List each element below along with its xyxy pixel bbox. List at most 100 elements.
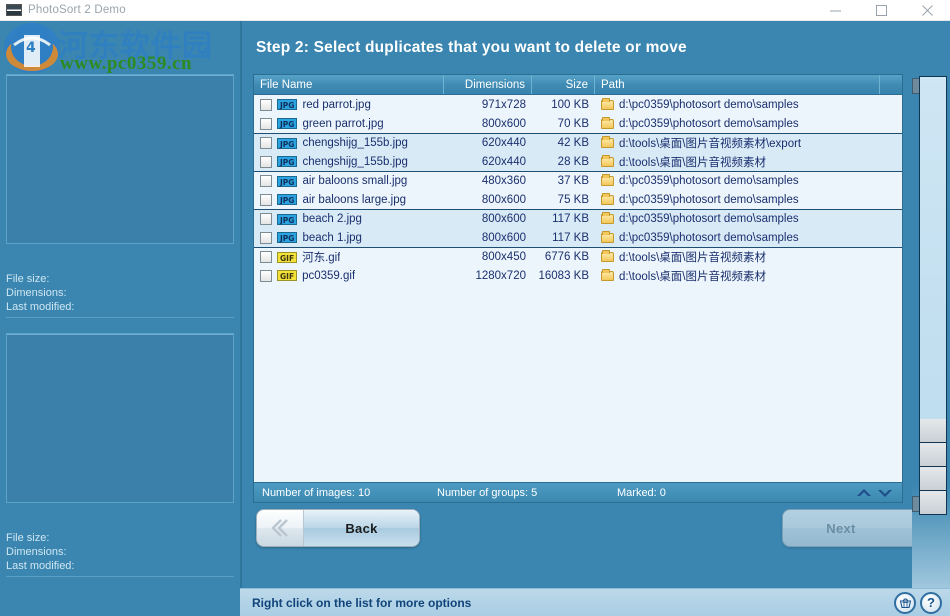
file-name-label: green parrot.jpg — [302, 118, 383, 130]
cell-size: 42 KB — [532, 134, 595, 153]
meta-last-modified: Last modified: — [6, 559, 234, 573]
table-row[interactable]: JPGbeach 2.jpg800x600117 KBd:\pc0359\pho… — [254, 209, 902, 228]
cell-size: 70 KB — [532, 114, 595, 133]
help-icon[interactable]: ? — [920, 592, 942, 614]
title-bar: PhotoSort 2 Demo — [0, 0, 950, 21]
table-row[interactable]: JPGair baloons small.jpg480x36037 KBd:\p… — [254, 171, 902, 190]
file-name-label: red parrot.jpg — [302, 99, 370, 111]
metadata-top: File size: Dimensions: Last modified: — [6, 272, 234, 314]
cell-filler — [880, 228, 902, 247]
cell-file-name: JPGgreen parrot.jpg — [254, 114, 444, 133]
row-checkbox[interactable] — [260, 194, 272, 206]
row-checkbox[interactable] — [260, 156, 272, 168]
cell-size: 117 KB — [532, 228, 595, 247]
basket-icon[interactable] — [894, 592, 916, 614]
column-header-dimensions[interactable]: Dimensions — [444, 75, 532, 94]
row-checkbox[interactable] — [260, 99, 272, 111]
folder-icon — [601, 138, 614, 148]
table-row[interactable]: JPGchengshijg_155b.jpg620x44042 KBd:\too… — [254, 133, 902, 152]
folder-icon — [601, 157, 614, 167]
cell-size: 117 KB — [532, 210, 595, 229]
row-checkbox[interactable] — [260, 251, 272, 263]
row-checkbox[interactable] — [260, 270, 272, 282]
scroll-up-icon[interactable] — [855, 486, 873, 500]
cell-size: 28 KB — [532, 152, 595, 171]
app-icon — [6, 4, 22, 16]
table-row[interactable]: JPGbeach 1.jpg800x600117 KBd:\pc0359\pho… — [254, 228, 902, 247]
status-marked-count: Marked: 0 — [617, 487, 855, 499]
cell-path: d:\pc0359\photosort demo\samples — [595, 114, 880, 133]
file-name-label: beach 2.jpg — [302, 213, 361, 225]
duplicates-list[interactable]: File Name Dimensions Size Path JPG red pa… — [253, 74, 903, 503]
row-checkbox[interactable] — [260, 213, 272, 225]
file-name-label: chengshijg_155b.jpg — [302, 156, 408, 168]
cell-path: d:\pc0359\photosort demo\samples — [595, 172, 880, 191]
path-label: d:\tools\桌面\图片音视频素材\export — [619, 135, 801, 151]
cell-filler — [880, 134, 902, 153]
cell-size: 6776 KB — [532, 248, 595, 267]
column-header-file-name[interactable]: File Name — [254, 75, 444, 94]
column-header-filler — [880, 75, 902, 94]
jpg-badge-icon: JPG — [277, 176, 297, 187]
meta-file-size: File size: — [6, 531, 234, 545]
cell-filler — [880, 248, 902, 267]
row-checkbox[interactable] — [260, 232, 272, 244]
jpg-badge-icon: JPG — [277, 232, 297, 243]
maximize-icon[interactable] — [858, 0, 904, 21]
left-sidebar: File size: Dimensions: Last modified: Fi… — [0, 21, 240, 616]
rail-cell[interactable] — [919, 443, 947, 467]
cell-dimensions: 480x360 — [444, 172, 532, 191]
rail-cell[interactable] — [919, 467, 947, 491]
cell-file-name: JPG beach 1.jpg — [254, 228, 444, 247]
scroll-down-icon[interactable] — [876, 486, 894, 500]
rail-track[interactable] — [919, 76, 947, 471]
cell-filler — [880, 266, 902, 285]
jpg-badge-icon: JPG — [277, 156, 297, 167]
cell-path: d:\pc0359\photosort demo\samples — [595, 210, 880, 229]
file-name-label: pc0359.gif — [302, 270, 355, 282]
rail-cell[interactable] — [919, 491, 947, 515]
folder-icon — [601, 119, 614, 129]
minimize-icon[interactable] — [812, 0, 858, 21]
close-icon[interactable] — [904, 0, 950, 21]
list-body[interactable]: JPGred parrot.jpg971x728100 KBd:\pc0359\… — [254, 95, 902, 502]
cell-path: d:\pc0359\photosort demo\samples — [595, 190, 880, 209]
cell-dimensions: 971x728 — [444, 95, 532, 114]
row-checkbox[interactable] — [260, 137, 272, 149]
next-button-label: Next — [783, 510, 899, 546]
jpg-badge-icon: JPG — [277, 99, 297, 110]
file-name-label: beach 1.jpg — [302, 232, 361, 244]
cell-dimensions: 800x600 — [444, 210, 532, 229]
cell-size: 75 KB — [532, 190, 595, 209]
rail-cell[interactable] — [919, 419, 947, 443]
table-row[interactable]: GIFpc0359.gif1280x72016083 KBd:\tools\桌面… — [254, 266, 902, 285]
right-rail — [912, 21, 950, 616]
column-header-size[interactable]: Size — [532, 75, 595, 94]
table-row[interactable]: JPGair baloons large.jpg800x60075 KBd:\p… — [254, 190, 902, 209]
path-label: d:\pc0359\photosort demo\samples — [619, 99, 799, 111]
chevron-left-icon — [257, 510, 303, 546]
meta-dimensions: Dimensions: — [6, 286, 234, 300]
path-label: d:\tools\桌面\图片音视频素材 — [619, 154, 766, 170]
path-label: d:\pc0359\photosort demo\samples — [619, 232, 799, 244]
cell-file-name: JPG chengshijg_155b.jpg — [254, 152, 444, 171]
table-row[interactable]: GIF河东.gif800x4506776 KBd:\tools\桌面\图片音视频… — [254, 247, 902, 266]
table-row[interactable]: JPGgreen parrot.jpg800x60070 KBd:\pc0359… — [254, 114, 902, 133]
list-header: File Name Dimensions Size Path — [254, 75, 902, 95]
file-name-label: chengshijg_155b.jpg — [302, 137, 408, 149]
folder-icon — [601, 214, 614, 224]
column-header-path[interactable]: Path — [595, 75, 880, 94]
table-row[interactable]: JPGchengshijg_155b.jpg620x44028 KBd:\too… — [254, 152, 902, 171]
back-button[interactable]: Back — [256, 509, 420, 547]
meta-last-modified: Last modified: — [6, 300, 234, 314]
folder-icon — [601, 195, 614, 205]
table-row[interactable]: JPGred parrot.jpg971x728100 KBd:\pc0359\… — [254, 95, 902, 114]
path-label: d:\tools\桌面\图片音视频素材 — [619, 268, 766, 284]
folder-icon — [601, 176, 614, 186]
row-checkbox[interactable] — [260, 118, 272, 130]
metadata-divider-bottom — [6, 576, 234, 577]
path-label: d:\pc0359\photosort demo\samples — [619, 213, 799, 225]
cell-dimensions: 800x600 — [444, 114, 532, 133]
row-checkbox[interactable] — [260, 175, 272, 187]
folder-icon — [601, 252, 614, 262]
